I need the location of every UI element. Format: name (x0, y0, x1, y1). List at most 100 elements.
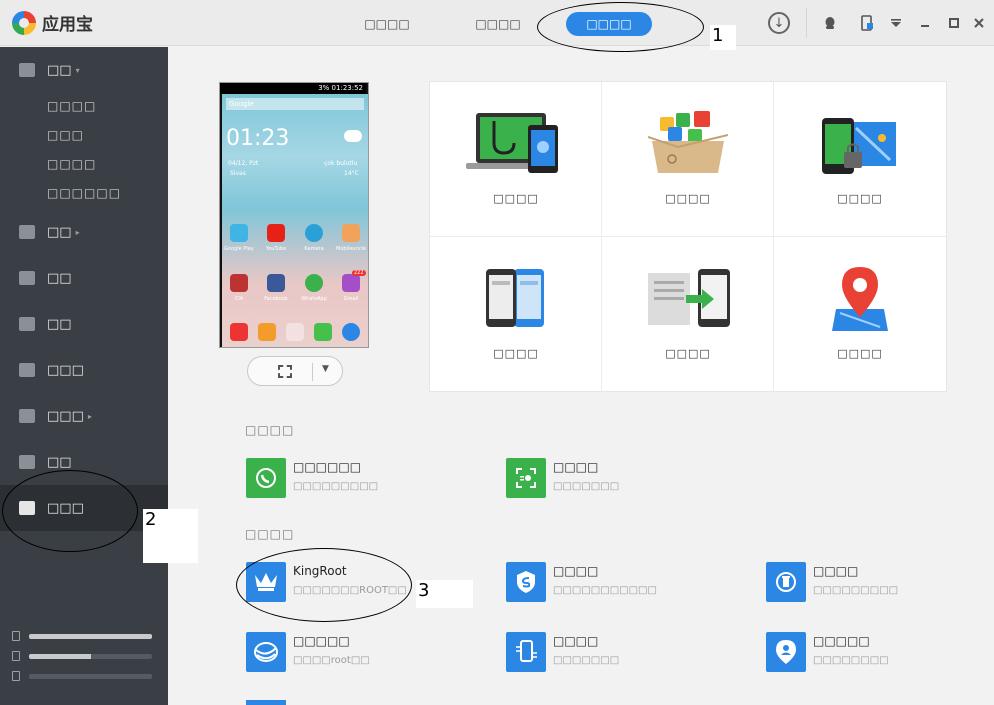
sidebar-subitem-3[interactable]: □□□□ (47, 157, 96, 171)
storage-files (12, 669, 152, 683)
dual-phone-icon (486, 269, 544, 327)
facebook-icon (267, 274, 285, 292)
tool-phone-transfer[interactable]: □□□□ □□□□□□□ (506, 632, 756, 676)
phone-sync-icon[interactable] (856, 12, 878, 34)
feature-location[interactable]: □□□□ (774, 237, 946, 392)
sidebar-item-music[interactable]: □□ (0, 301, 168, 347)
google-search-bar: Google (226, 98, 364, 110)
section-title-1: □□□□ (245, 423, 295, 437)
location-pin-icon (832, 267, 888, 331)
contacts-app-icon (258, 323, 276, 341)
sidebar-item-video[interactable]: □□ (0, 255, 168, 301)
gmail-icon (342, 274, 360, 292)
tool-desc: □□□□root□□ (293, 655, 370, 666)
app-label: Facebook (264, 296, 288, 302)
dialer-icon (230, 323, 248, 341)
app-label: YouTube (265, 246, 287, 252)
whatsapp-icon (246, 458, 286, 498)
chevron-down-icon[interactable]: ▼ (322, 364, 329, 374)
tab-3-active[interactable]: □□□□ (566, 12, 652, 36)
feature-label: □□□□ (837, 192, 883, 205)
yingyongbao-logo-icon (12, 10, 36, 35)
app-drawer-icon (286, 323, 304, 341)
close-icon[interactable] (968, 12, 990, 34)
file-transfer-icon (648, 269, 730, 327)
tool-security[interactable]: □□□□ □□□□□□□□□□□ (506, 562, 756, 606)
feature-dual-phone[interactable]: □□□□ (430, 237, 602, 392)
image-icon (19, 225, 35, 239)
tab-2[interactable]: □□□□ (455, 12, 541, 36)
feature-label: □□□□ (493, 347, 539, 360)
sidebar-item-messages[interactable]: □□ (0, 439, 168, 485)
video-icon (19, 271, 35, 285)
qq-icon[interactable] (819, 12, 841, 34)
sidebar-subitem-4[interactable]: □□□□□□ (47, 186, 121, 200)
cloud-icon (344, 130, 362, 142)
download-icon[interactable]: ↓ (768, 12, 790, 34)
tool-user-location[interactable]: □□□□□ □□□□□□□□ (766, 632, 994, 676)
sidebar-item-phone[interactable]: □□ ▾ (0, 47, 168, 93)
tool-scan[interactable]: □□□□ □□□□□□□ (506, 458, 756, 502)
sidebar-subitem-1[interactable]: □□□□ (47, 99, 96, 113)
feature-label: □□□□ (837, 347, 883, 360)
storage-fill (29, 633, 152, 639)
phone-lock-map-icon (822, 118, 896, 174)
feature-grid: □□□□ □□□□ □□□□ □□□□ □□□□ □□□□ (429, 81, 947, 392)
annotation-label-3: 3 (416, 580, 473, 608)
battery-text: 3% (318, 84, 330, 92)
storage-sd (12, 649, 152, 663)
feature-file-transfer[interactable]: □□□□ (602, 237, 774, 392)
sidebar-item-label: □□ (47, 224, 72, 240)
tool-desc: □□□□□□□ROOT□□ (293, 585, 407, 596)
phone-diagnosis-icon (466, 113, 558, 173)
dropdown-menu-icon[interactable] (885, 12, 907, 34)
tool-whatsapp[interactable]: □□□□□□ □□□□□□□□□ (246, 458, 496, 502)
phone-preview: 3% 01:23:52 Google 01:23 04/12, Pzt çok … (219, 82, 369, 348)
minimize-icon[interactable] (914, 12, 936, 34)
storage-bar (29, 633, 152, 639)
maximize-icon[interactable] (943, 12, 965, 34)
browser-icon (342, 323, 360, 341)
app-label: CIA (234, 296, 244, 302)
refresh-trash-icon (766, 562, 806, 602)
storage-phone (12, 629, 152, 643)
phone-dock (222, 321, 368, 343)
sidebar-item-documents[interactable]: □□□ (0, 347, 168, 393)
sidebar-item-contacts[interactable]: □□□ ▸ (0, 393, 168, 439)
title-bar: 应用宝 □□□□ □□□□ □□□□ ↓ (0, 0, 994, 46)
feature-label: □□□□ (493, 192, 539, 205)
phone-clock: 01:23 (226, 126, 290, 151)
camera-icon (305, 224, 323, 242)
phone-status-bar: 3% 01:23:52 (220, 83, 366, 94)
feature-app-manager[interactable]: □□□□ (602, 82, 774, 237)
feature-phone-lock[interactable]: □□□□ (774, 82, 946, 237)
sidebar-item-images[interactable]: □□ ▸ (0, 209, 168, 255)
annotation-label-1: 1 (710, 25, 736, 50)
tool-cleanup[interactable]: □□□□ □□□□□□□□□ (766, 562, 994, 606)
tab-1[interactable]: □□□□ (344, 12, 430, 36)
screenshot-button-group: ▼ (247, 356, 343, 386)
cia-game-icon (230, 274, 248, 292)
phone-weather: çok bulutlu (324, 160, 358, 167)
sidebar-item-label: □□ (47, 454, 72, 470)
sidebar-item-label: □□ (47, 270, 72, 286)
feature-phone-diagnosis[interactable]: □□□□ (430, 82, 602, 237)
annotation-label-2: 2 (143, 509, 198, 563)
sidebar-subitem-2[interactable]: □□□ (47, 128, 84, 142)
feature-label: □□□□ (665, 347, 711, 360)
screenshot-crop-icon[interactable] (278, 365, 292, 378)
app-label: Mobileuncle (336, 246, 366, 252)
tool-name: □□□□ (553, 564, 599, 578)
tool-name: □□□□□ (813, 634, 870, 648)
sidebar-item-label: □□□ (47, 500, 84, 516)
tool-icon-partial[interactable] (246, 700, 286, 705)
button-divider (312, 363, 313, 381)
tool-name: □□□□ (813, 564, 859, 578)
gmail-badge: 222 (352, 270, 366, 276)
phone-temperature: 14°C (344, 170, 359, 177)
app-label: Kamera (304, 246, 324, 252)
chevron-down-icon: ▾ (75, 65, 80, 75)
tool-name: □□□□□ (293, 634, 350, 648)
file-storage-icon (12, 671, 20, 681)
tool-root-browser[interactable]: □□□□□ □□□□root□□ (246, 632, 496, 676)
